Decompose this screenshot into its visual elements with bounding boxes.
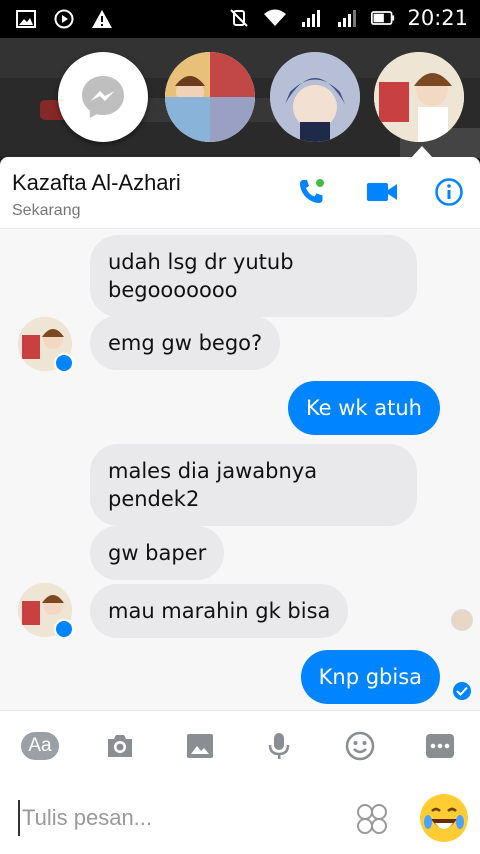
phone-call-button[interactable]: [294, 175, 328, 209]
info-button[interactable]: [432, 175, 466, 209]
status-bar: 20:21: [0, 0, 480, 38]
composer-input-row: [0, 780, 480, 854]
message-input[interactable]: [18, 800, 338, 836]
mic-icon: [268, 733, 290, 759]
contact-name[interactable]: Kazafta Al-Azhari: [12, 170, 181, 196]
video-icon: [367, 183, 397, 201]
incoming-message[interactable]: males dia jawabnya pendek2: [90, 444, 417, 526]
video-call-button[interactable]: [365, 175, 399, 209]
image-button[interactable]: [180, 728, 220, 764]
alert-icon: [90, 7, 114, 31]
messenger-badge-icon: [54, 619, 74, 639]
status-time: 20:21: [407, 6, 468, 30]
phone-icon: [300, 179, 324, 203]
incoming-message[interactable]: emg gw bego?: [90, 316, 281, 370]
emoji-button[interactable]: [340, 728, 380, 764]
image-icon: [187, 734, 213, 758]
incoming-message[interactable]: udah lsg dr yutub begooooooo: [90, 235, 417, 317]
incoming-message[interactable]: mau marahin gk bisa: [90, 584, 349, 638]
sent-check-icon: [453, 682, 471, 700]
more-options-button[interactable]: [420, 728, 460, 764]
outgoing-message[interactable]: Knp gbisa: [300, 650, 440, 704]
chat-head-contact-2[interactable]: [270, 52, 360, 142]
more-icon: [426, 734, 454, 758]
emoji-icon: [345, 731, 375, 761]
chat-panel: Kazafta Al-Azhari Sekarang udah lsg dr y…: [0, 157, 480, 854]
battery-icon: [371, 6, 395, 30]
mic-button[interactable]: [259, 728, 299, 764]
message-list[interactable]: udah lsg dr yutub begooooooo emg gw bego…: [0, 230, 480, 710]
stickers-icon: [357, 804, 387, 834]
mute-icon: [227, 6, 251, 30]
contact-avatar[interactable]: [18, 583, 74, 639]
messenger-badge-icon: [54, 353, 74, 373]
play-icon: [52, 7, 76, 31]
camera-icon: [108, 735, 132, 757]
stickers-button[interactable]: [355, 802, 389, 836]
incoming-message[interactable]: gw baper: [90, 526, 225, 580]
contact-avatar[interactable]: [18, 317, 74, 373]
wifi-icon: [263, 6, 287, 30]
seen-indicator-avatar: [451, 609, 473, 631]
composer-toolbar: Aa: [0, 710, 480, 780]
contact-avatar-image: [270, 52, 360, 142]
messenger-chat-head[interactable]: [58, 52, 148, 142]
contact-avatar-image: [374, 52, 464, 142]
signal-2-icon: [335, 6, 359, 30]
laughing-emoji-icon: [421, 795, 467, 841]
contact-status: Sekarang: [12, 202, 81, 219]
chat-head-contact-1[interactable]: [165, 52, 255, 142]
chat-header: Kazafta Al-Azhari Sekarang: [0, 157, 480, 229]
text-format-icon: Aa: [21, 732, 59, 760]
messenger-logo-icon: [82, 76, 124, 118]
info-icon: [435, 178, 463, 206]
camera-button[interactable]: [100, 728, 140, 764]
quick-emoji-button[interactable]: [420, 794, 468, 842]
contact-avatar-image: [165, 52, 255, 142]
chat-head-contact-3[interactable]: [374, 52, 464, 142]
gallery-icon: [14, 7, 38, 31]
outgoing-message[interactable]: Ke wk atuh: [287, 381, 440, 435]
signal-icon: [299, 6, 323, 30]
text-format-button[interactable]: Aa: [20, 728, 60, 764]
